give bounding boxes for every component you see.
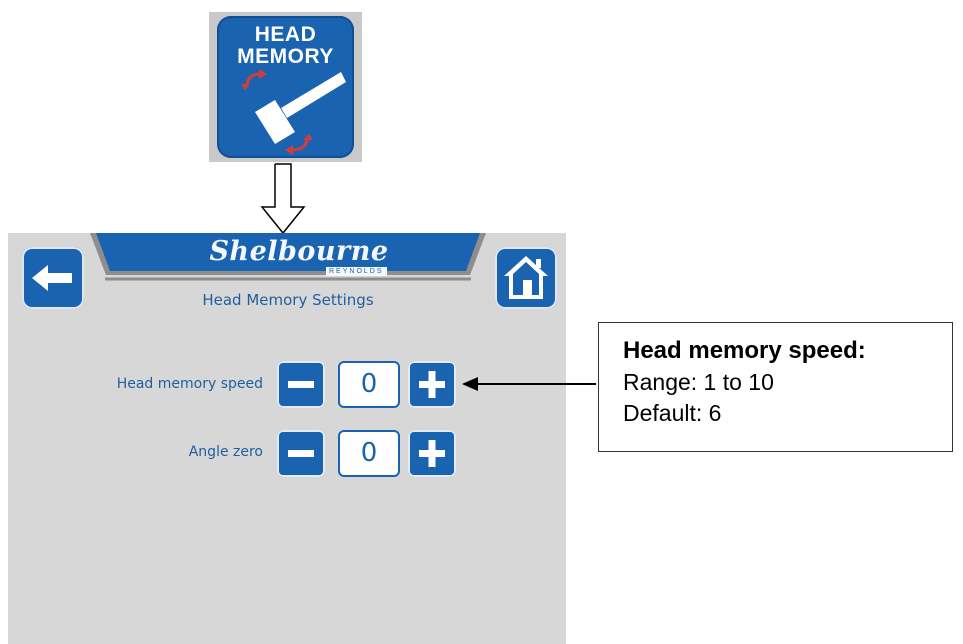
setting-label-head-memory-speed: Head memory speed bbox=[116, 376, 263, 392]
brand-logo: Shelbourne bbox=[209, 236, 389, 267]
head-memory-speed-minus-button[interactable] bbox=[277, 361, 325, 408]
minus-icon bbox=[288, 381, 314, 388]
callout-arrow-icon bbox=[462, 377, 596, 391]
callout-default: Default: 6 bbox=[623, 400, 722, 426]
head-memory-speed-value[interactable]: 0 bbox=[338, 361, 400, 408]
minus-icon bbox=[288, 450, 314, 457]
head-memory-speed-plus-button[interactable] bbox=[408, 361, 456, 408]
home-button[interactable] bbox=[495, 247, 557, 309]
angle-zero-plus-button[interactable] bbox=[408, 430, 456, 477]
plus-icon bbox=[419, 371, 445, 398]
device-screen: Shelbourne REYNOLDS Head Memory Settings… bbox=[8, 233, 566, 644]
down-arrow-icon bbox=[260, 163, 306, 235]
callout-title: Head memory speed: bbox=[623, 337, 866, 364]
page-title: Head Memory Settings bbox=[202, 291, 374, 309]
plus-icon bbox=[419, 440, 445, 467]
brand-logo-subtitle: REYNOLDS bbox=[326, 267, 387, 276]
head-memory-tile-frame: HEAD MEMORY bbox=[209, 12, 362, 162]
head-memory-tile[interactable]: HEAD MEMORY bbox=[217, 16, 354, 158]
back-button[interactable] bbox=[22, 247, 84, 309]
angle-zero-value[interactable]: 0 bbox=[338, 430, 400, 477]
home-icon bbox=[504, 256, 548, 299]
callout-range: Range: 1 to 10 bbox=[623, 369, 774, 395]
head-memory-icon bbox=[241, 69, 346, 155]
setting-label-angle-zero: Angle zero bbox=[188, 444, 263, 460]
angle-zero-minus-button[interactable] bbox=[277, 430, 325, 477]
callout-box: Head memory speed: Range: 1 to 10 Defaul… bbox=[598, 322, 953, 452]
arrow-left-icon bbox=[32, 265, 72, 291]
